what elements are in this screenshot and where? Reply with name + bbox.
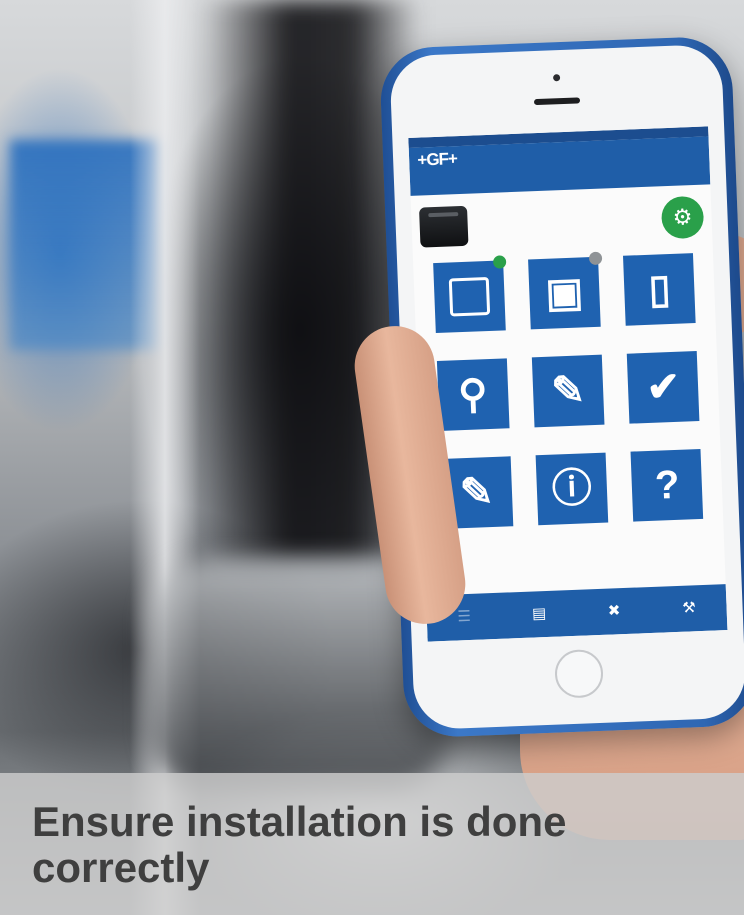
camera-icon: ▣ bbox=[528, 256, 601, 330]
info-icon: ⓘ bbox=[535, 452, 609, 526]
menu-icon: ☰ bbox=[457, 607, 472, 626]
home-button[interactable] bbox=[554, 648, 604, 699]
device-icon: ▯ bbox=[623, 253, 696, 326]
tile-device[interactable]: ▯ bbox=[614, 253, 707, 348]
tile-edit[interactable]: ✎ bbox=[522, 354, 615, 449]
tools-icon: ✖ bbox=[607, 602, 621, 620]
badge-check-icon: ✔ bbox=[627, 351, 700, 424]
tile-label bbox=[629, 523, 710, 544]
wrench-icon: ⚒ bbox=[682, 599, 697, 617]
caption-banner: Ensure installation is done correctly bbox=[0, 773, 744, 915]
edit-icon: ✎ bbox=[531, 354, 605, 428]
gf-logo: +GF+ bbox=[417, 149, 458, 170]
device-info bbox=[468, 218, 662, 225]
tile-label bbox=[530, 428, 611, 449]
tile-label bbox=[526, 331, 607, 352]
device-summary: ⚙ bbox=[411, 184, 713, 259]
tile-label bbox=[431, 334, 512, 355]
location-icon: ⚲ bbox=[436, 358, 510, 431]
status-badge bbox=[493, 255, 507, 269]
bottom-navigation: ☰ ▤ ✖ ⚒ bbox=[425, 584, 728, 642]
app-logo: +GF+ bbox=[415, 149, 460, 170]
header-info bbox=[459, 143, 645, 152]
tile-comments[interactable] bbox=[423, 255, 516, 355]
nav-item-settings[interactable]: ⚒ bbox=[659, 599, 720, 617]
device-image bbox=[419, 205, 469, 248]
tile-info[interactable]: ⓘ bbox=[526, 452, 619, 547]
caption-headline: Ensure installation is done correctly bbox=[32, 798, 567, 891]
tile-label bbox=[625, 425, 706, 446]
phone-body: +GF+ ⚙ ▣ ▯ ⚲ ✎ ✔ ✎ ⓘ ? ☰ ▤ ✖ ⚒ bbox=[389, 43, 744, 731]
tile-photo[interactable]: ▣ bbox=[518, 251, 611, 352]
speaker-grille bbox=[533, 97, 581, 106]
status-badge bbox=[588, 251, 602, 266]
tile-label bbox=[533, 526, 614, 547]
clipboard-icon: ▤ bbox=[531, 605, 547, 623]
front-camera-icon bbox=[552, 74, 561, 82]
tile-help[interactable]: ? bbox=[621, 448, 714, 544]
function-grid: ▣ ▯ ⚲ ✎ ✔ ✎ ⓘ ? bbox=[413, 248, 724, 551]
header-meta bbox=[645, 141, 703, 145]
nav-item-job[interactable]: ▤ bbox=[509, 605, 570, 623]
nav-item-tools[interactable]: ✖ bbox=[584, 602, 645, 620]
chat-icon bbox=[432, 260, 506, 334]
worker-icon[interactable]: ⚙ bbox=[660, 195, 705, 240]
tile-label bbox=[621, 327, 702, 348]
question-icon: ? bbox=[630, 448, 704, 522]
tile-approval[interactable]: ✔ bbox=[617, 351, 710, 446]
